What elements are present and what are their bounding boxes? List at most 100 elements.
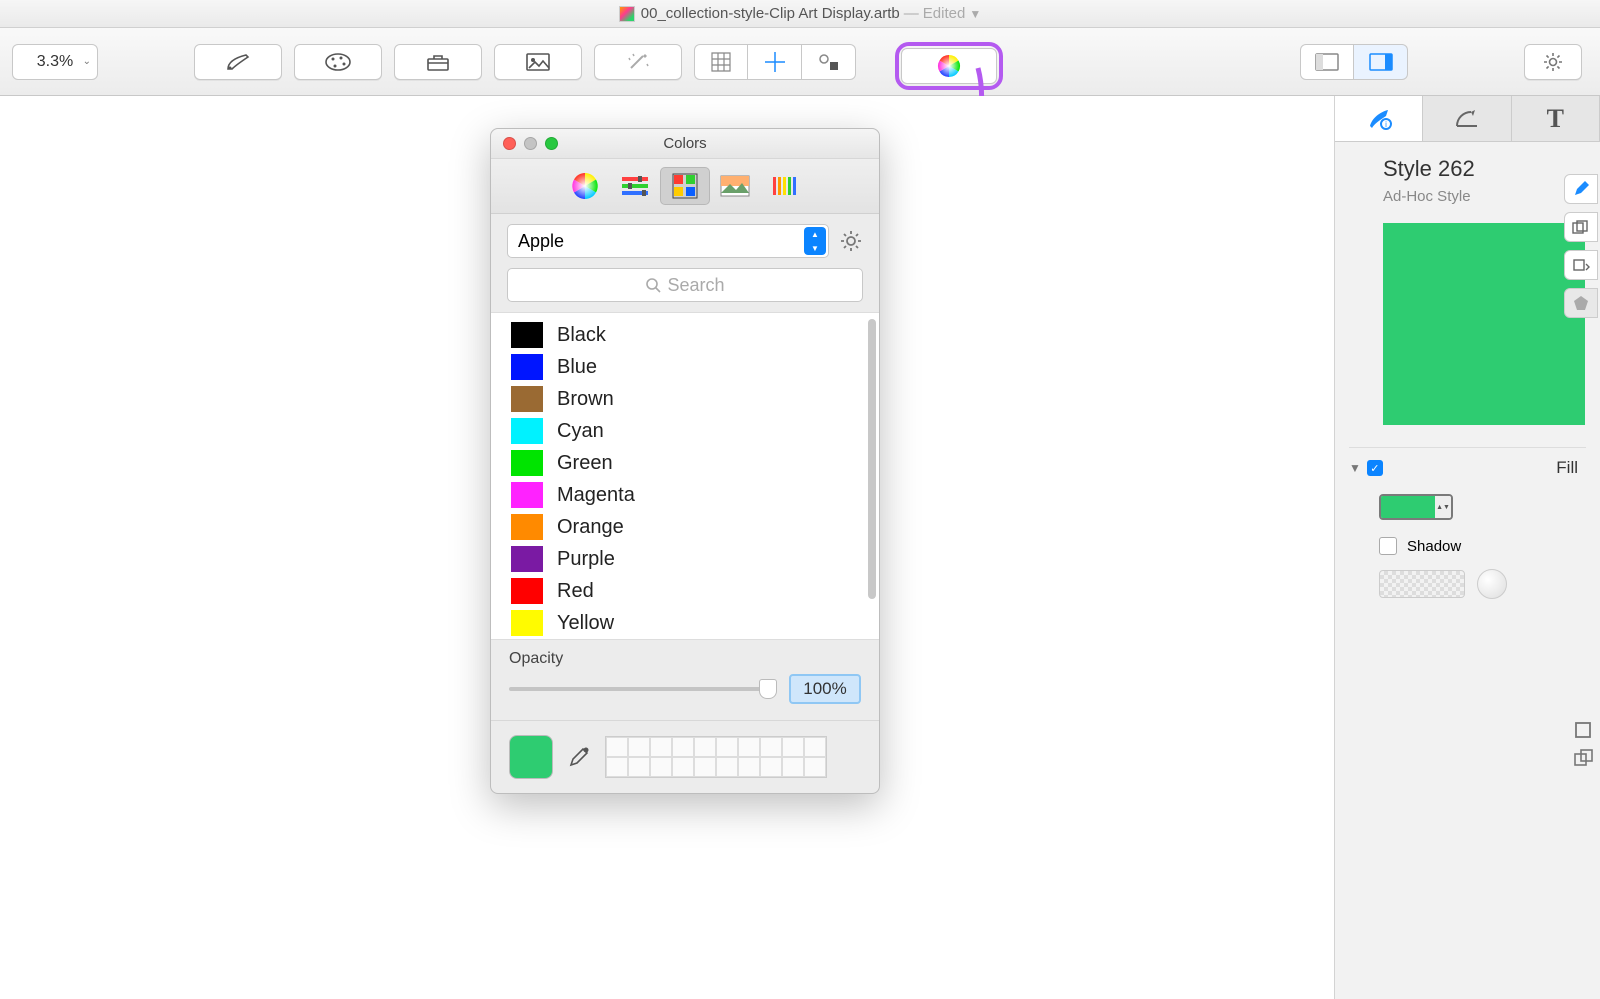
pen-tool-button[interactable] bbox=[194, 44, 282, 80]
color-wells[interactable] bbox=[605, 736, 827, 778]
color-swatch bbox=[511, 482, 543, 508]
style-subtitle: Ad-Hoc Style bbox=[1383, 188, 1586, 205]
color-name: Cyan bbox=[557, 420, 604, 443]
palette-select-value: Apple bbox=[518, 231, 564, 252]
color-list-item[interactable]: Red bbox=[491, 575, 879, 607]
shadow-checkbox[interactable] bbox=[1379, 537, 1397, 555]
grid-snap-segment bbox=[694, 44, 856, 80]
sliders-icon bbox=[620, 174, 650, 198]
search-icon bbox=[645, 277, 661, 293]
color-name: Purple bbox=[557, 548, 615, 571]
inspector-tab-style[interactable]: i bbox=[1335, 96, 1423, 141]
palette-select[interactable]: Apple ▲▼ bbox=[507, 224, 829, 258]
color-search-input[interactable]: Search bbox=[507, 268, 863, 302]
snap-toggle[interactable] bbox=[802, 44, 856, 80]
window-titlebar: 00_collection-style-Clip Art Display.art… bbox=[0, 0, 1600, 28]
right-panel-toggle[interactable] bbox=[1354, 44, 1408, 80]
text-icon: T bbox=[1547, 104, 1564, 134]
colors-panel-titlebar[interactable]: Colors bbox=[491, 129, 879, 159]
document-icon bbox=[619, 6, 635, 22]
chevron-down-icon: ⌄ bbox=[83, 56, 91, 67]
current-color-swatch[interactable] bbox=[509, 735, 553, 779]
effects-button[interactable] bbox=[594, 44, 682, 80]
pencil-icon bbox=[1572, 180, 1590, 198]
multi-fill-icon[interactable] bbox=[1574, 749, 1594, 769]
search-placeholder: Search bbox=[667, 275, 724, 296]
color-swatch bbox=[511, 354, 543, 380]
color-swatch bbox=[511, 546, 543, 572]
color-list-item[interactable]: Orange bbox=[491, 511, 879, 543]
single-fill-icon[interactable] bbox=[1574, 721, 1592, 739]
color-list-item[interactable]: Black bbox=[491, 319, 879, 351]
left-panel-toggle[interactable] bbox=[1300, 44, 1354, 80]
color-name: Brown bbox=[557, 388, 614, 411]
document-status: Edited bbox=[923, 5, 966, 22]
opacity-label: Opacity bbox=[509, 650, 861, 668]
paste-style-button[interactable] bbox=[1564, 250, 1598, 280]
inspector-tabs: i T bbox=[1335, 96, 1600, 142]
color-name: Black bbox=[557, 324, 606, 347]
panel-view-segment bbox=[1300, 44, 1408, 80]
fill-enabled-checkbox[interactable]: ✓ bbox=[1367, 460, 1383, 476]
opacity-slider[interactable] bbox=[509, 687, 775, 691]
shadow-color-well[interactable] bbox=[1379, 570, 1465, 598]
palette-icon bbox=[323, 52, 353, 72]
color-list-item[interactable]: Yellow bbox=[491, 607, 879, 639]
pen-icon bbox=[224, 51, 252, 73]
color-name: Yellow bbox=[557, 612, 614, 635]
color-list: Black Blue Brown Cyan Green MagentaOrange Purp… bbox=[491, 312, 879, 640]
geometry-icon bbox=[1453, 108, 1481, 130]
color-list-item[interactable]: Green bbox=[491, 447, 879, 479]
color-list-item[interactable]: Magenta bbox=[491, 479, 879, 511]
panel-right-icon bbox=[1369, 53, 1393, 71]
color-list-item[interactable]: Blue bbox=[491, 351, 879, 383]
shadow-angle-dial[interactable] bbox=[1477, 569, 1507, 599]
opacity-value-input[interactable]: 100% bbox=[789, 674, 861, 704]
colors-toolbar-button[interactable] bbox=[901, 48, 997, 84]
inspector-tab-text[interactable]: T bbox=[1512, 96, 1600, 141]
shadow-label: Shadow bbox=[1407, 538, 1461, 555]
title-separator: — bbox=[904, 5, 919, 22]
image-icon bbox=[720, 175, 750, 197]
slider-thumb[interactable] bbox=[759, 679, 777, 699]
color-swatch bbox=[511, 514, 543, 540]
color-swatch bbox=[511, 450, 543, 476]
color-list-item[interactable]: Purple bbox=[491, 543, 879, 575]
pencils-tab[interactable] bbox=[760, 167, 810, 205]
eyedropper-button[interactable] bbox=[567, 745, 591, 769]
pentagon-icon bbox=[1573, 295, 1589, 311]
color-name: Green bbox=[557, 452, 613, 475]
color-swatch bbox=[511, 610, 543, 636]
color-wheel-icon bbox=[570, 171, 600, 201]
title-chevron-down-icon[interactable]: ▼ bbox=[969, 7, 981, 21]
brush-tool-button[interactable] bbox=[294, 44, 382, 80]
inspector-tab-geometry[interactable] bbox=[1423, 96, 1511, 141]
colors-panel: Colors Apple ▲▼ Search Black Blue Brown Cya… bbox=[490, 128, 880, 794]
scrollbar[interactable] bbox=[868, 319, 876, 599]
color-swatch bbox=[511, 386, 543, 412]
fill-section-label: Fill bbox=[1556, 458, 1578, 478]
snap-icon bbox=[817, 53, 841, 71]
color-list-item[interactable]: Brown bbox=[491, 383, 879, 415]
guides-toggle[interactable] bbox=[748, 44, 802, 80]
palette-options-button[interactable] bbox=[839, 229, 863, 253]
color-wheel-icon bbox=[936, 53, 962, 79]
document-filename: 00_collection-style-Clip Art Display.art… bbox=[641, 5, 900, 22]
color-palettes-tab[interactable] bbox=[660, 167, 710, 205]
style-brush-icon: i bbox=[1364, 106, 1394, 132]
library-button[interactable] bbox=[394, 44, 482, 80]
fill-section-header[interactable]: ▼ ✓ Fill bbox=[1349, 447, 1586, 488]
image-palettes-tab[interactable] bbox=[710, 167, 760, 205]
shape-style-button[interactable] bbox=[1564, 288, 1598, 318]
edit-style-button[interactable] bbox=[1564, 174, 1598, 204]
color-list-item[interactable]: Cyan bbox=[491, 415, 879, 447]
settings-button[interactable] bbox=[1524, 44, 1582, 80]
grid-toggle[interactable] bbox=[694, 44, 748, 80]
color-wheel-tab[interactable] bbox=[560, 167, 610, 205]
style-preview-swatch bbox=[1383, 223, 1585, 425]
fill-color-well[interactable]: ▲▼ bbox=[1379, 494, 1453, 520]
zoom-dropdown[interactable]: 3.3% ⌄ bbox=[12, 44, 98, 80]
color-sliders-tab[interactable] bbox=[610, 167, 660, 205]
copy-style-button[interactable] bbox=[1564, 212, 1598, 242]
image-button[interactable] bbox=[494, 44, 582, 80]
